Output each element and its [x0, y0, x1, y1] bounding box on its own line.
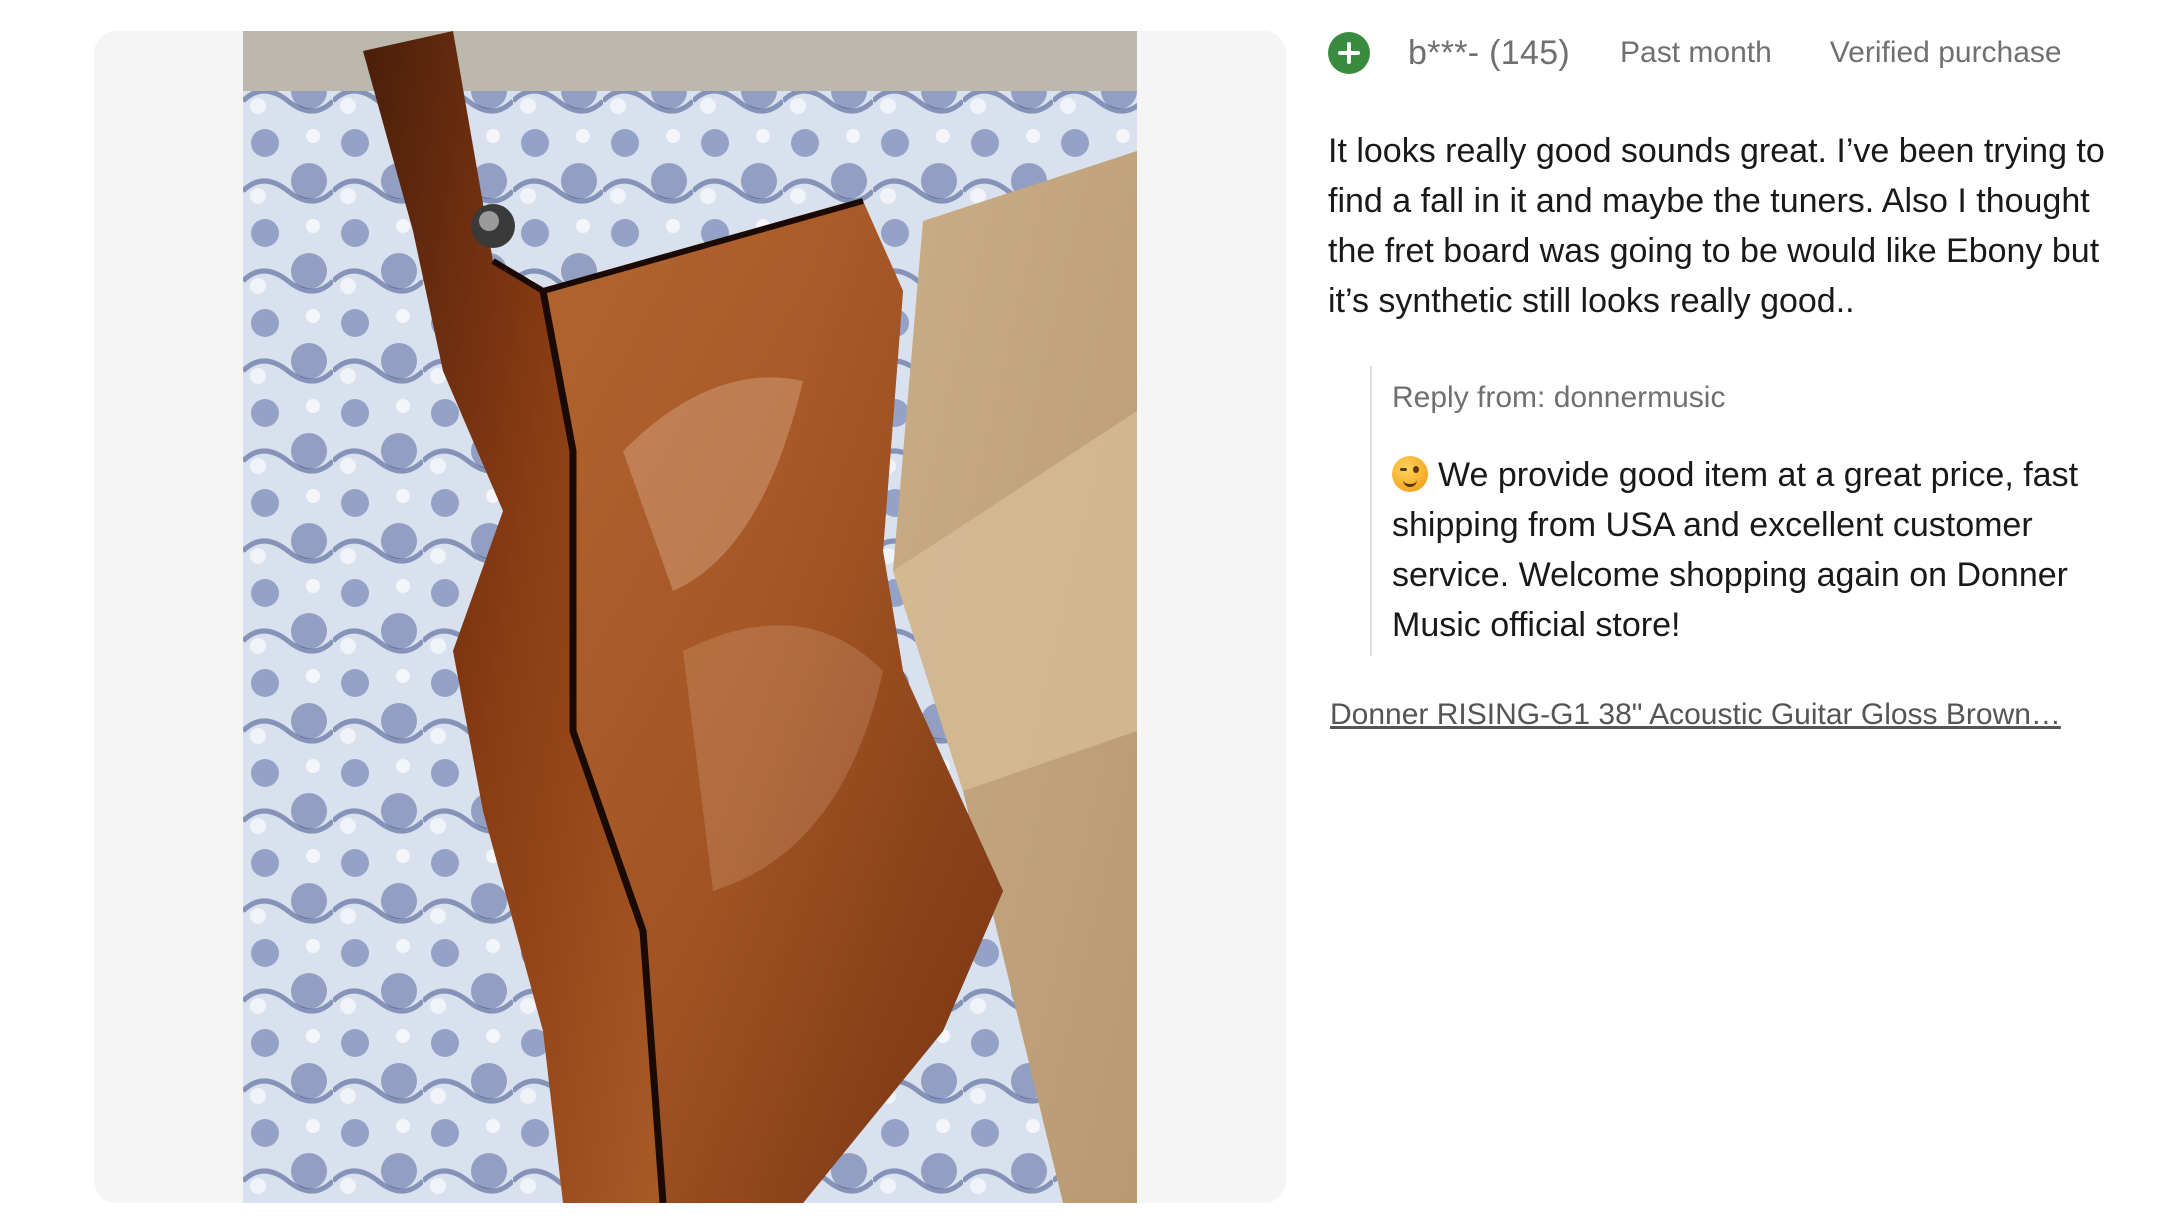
reply-body: We provide good item at a great price, f…	[1392, 450, 2112, 650]
verified-purchase-label: Verified purchase	[1829, 36, 2062, 69]
reply-from: Reply from: donnermusic	[1392, 381, 1726, 414]
review-photo-panel[interactable]	[94, 31, 1286, 1203]
seller-reply: Reply from: donnermusic We provide good …	[1370, 366, 2112, 656]
review-date: Past month	[1620, 36, 1772, 69]
reply-text: We provide good item at a great price, f…	[1392, 456, 2079, 644]
review-content: b***- (145) Past month Verified purchase…	[1328, 28, 2118, 732]
product-link[interactable]: Donner RISING-G1 38" Acoustic Guitar Glo…	[1330, 698, 2065, 732]
review-photo[interactable]	[243, 31, 1137, 1203]
reviewer-name[interactable]: b***- (145)	[1408, 34, 1570, 73]
plus-circle-icon	[1328, 32, 1370, 74]
wink-smile-emoji-icon	[1392, 456, 1428, 492]
review-meta: b***- (145) Past month Verified purchase	[1328, 28, 2118, 78]
review-card: b***- (145) Past month Verified purchase…	[0, 0, 2179, 1219]
review-text: It looks really good sounds great. I’ve …	[1328, 132, 2105, 320]
